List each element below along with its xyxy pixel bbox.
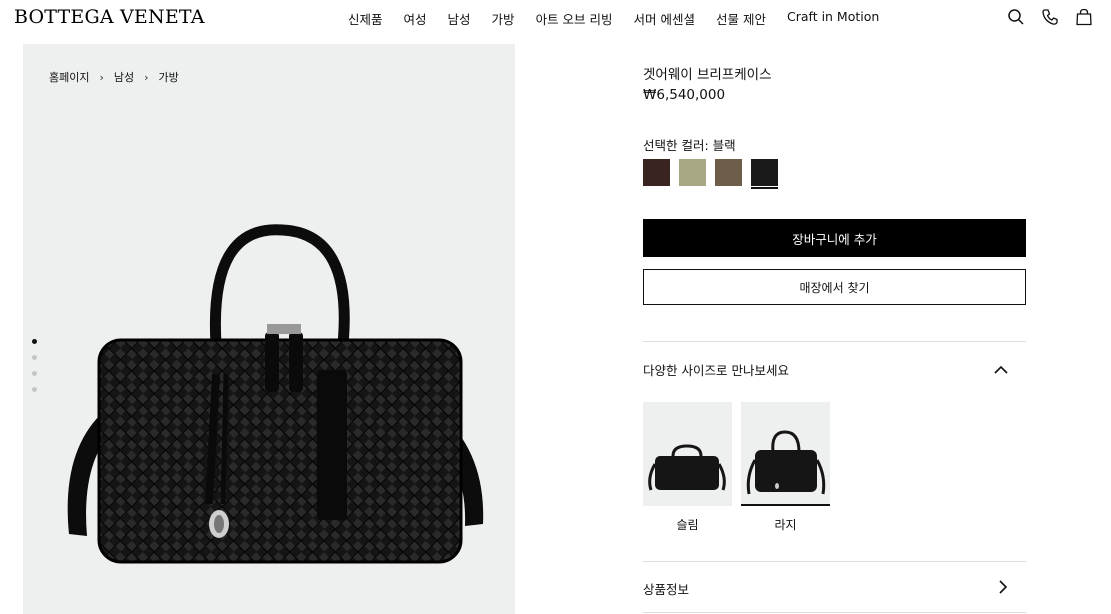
selected-color-label: 선택한 컬러: 블랙 <box>643 138 736 153</box>
chevron-right-icon <box>999 580 1008 597</box>
brand-logo[interactable]: BOTTEGA VENETA <box>14 6 205 28</box>
sizes-accordion-header[interactable]: 다양한 사이즈로 만나보세요 <box>643 360 1026 379</box>
chevron-right-icon: › <box>99 70 104 84</box>
gallery-dot[interactable] <box>32 355 37 360</box>
breadcrumb: 홈페이지 › 남성 › 가방 <box>49 69 179 85</box>
size-image-slim <box>643 402 732 506</box>
bag-icon[interactable] <box>1075 8 1093 26</box>
gallery-dot[interactable] <box>32 387 37 392</box>
nav-item-summer-essentials[interactable]: 서머 에센셜 <box>634 9 695 28</box>
divider <box>643 341 1026 342</box>
swatch-black[interactable] <box>751 159 778 189</box>
size-label: 라지 <box>774 518 797 532</box>
nav-item-men[interactable]: 남성 <box>448 9 471 28</box>
find-in-store-button[interactable]: 매장에서 찾기 <box>643 269 1026 305</box>
site-header: BOTTEGA VENETA 신제품 여성 남성 가방 아트 오브 리빙 서머 … <box>0 0 1111 36</box>
product-details-heading: 상품정보 <box>643 582 690 597</box>
size-option-slim[interactable]: 슬림 <box>643 402 732 533</box>
search-icon[interactable] <box>1007 8 1025 26</box>
divider <box>643 561 1026 562</box>
nav-item-bags[interactable]: 가방 <box>492 9 515 28</box>
nav-item-art-of-living[interactable]: 아트 오브 리빙 <box>536 9 613 28</box>
color-swatches <box>643 159 778 189</box>
phone-icon[interactable] <box>1041 8 1059 26</box>
swatch-sage[interactable] <box>679 159 706 186</box>
product-title: 겟어웨이 브리프케이스 <box>643 67 772 83</box>
size-option-large[interactable]: 라지 <box>741 402 830 533</box>
product-price: ₩6,540,000 <box>643 87 726 103</box>
breadcrumb-men[interactable]: 남성 <box>114 69 134 85</box>
gallery-pagination <box>32 339 37 392</box>
product-image-briefcase <box>67 224 484 564</box>
chevron-right-icon: › <box>144 70 149 84</box>
chevron-up-icon <box>994 362 1008 377</box>
gallery-dot[interactable] <box>32 339 37 344</box>
nav-item-new[interactable]: 신제품 <box>348 9 383 28</box>
divider <box>643 612 1026 613</box>
nav-item-gifts[interactable]: 선물 제안 <box>716 9 766 28</box>
add-to-cart-button[interactable]: 장바구니에 추가 <box>643 219 1026 257</box>
product-gallery[interactable]: 홈페이지 › 남성 › 가방 <box>23 44 515 614</box>
nav-item-women[interactable]: 여성 <box>404 9 427 28</box>
header-icons <box>1007 8 1093 26</box>
product-details-accordion[interactable]: 상품정보 <box>643 579 1026 598</box>
main-nav: 신제품 여성 남성 가방 아트 오브 리빙 서머 에센셜 선물 제안 Craft… <box>348 9 879 28</box>
size-image-large <box>741 402 830 506</box>
swatch-dark-brown[interactable] <box>643 159 670 186</box>
sizes-heading: 다양한 사이즈로 만나보세요 <box>643 363 789 378</box>
gallery-dot[interactable] <box>32 371 37 376</box>
nav-item-craft-in-motion[interactable]: Craft in Motion <box>787 9 879 28</box>
breadcrumb-home[interactable]: 홈페이지 <box>49 69 89 85</box>
swatch-taupe[interactable] <box>715 159 742 186</box>
size-label: 슬림 <box>676 518 699 532</box>
breadcrumb-bags[interactable]: 가방 <box>159 69 179 85</box>
